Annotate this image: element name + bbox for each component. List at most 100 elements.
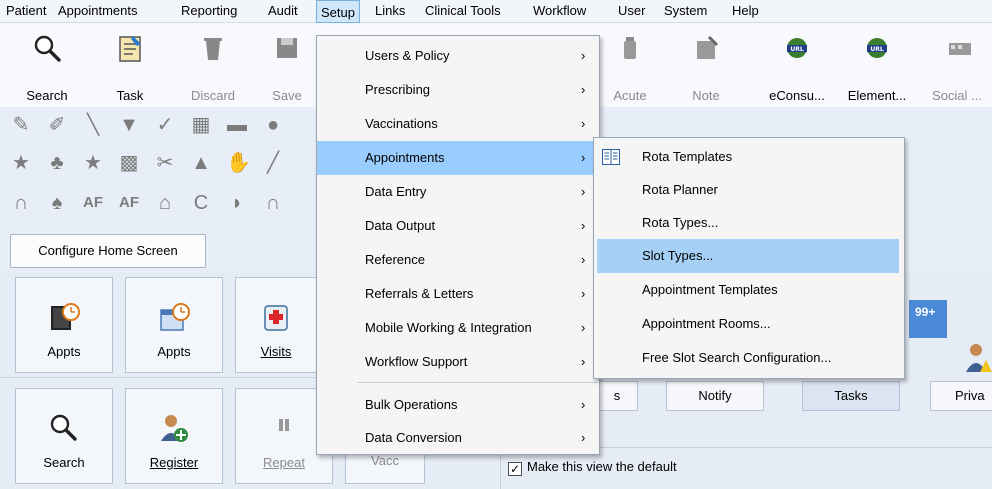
- submenu-arrow-icon: ›: [581, 218, 586, 233]
- clinical-tool-icon[interactable]: ✐: [46, 114, 68, 136]
- menu-audit[interactable]: Audit: [268, 3, 298, 18]
- menu-item-data-conversion[interactable]: Data Conversion ›: [317, 421, 599, 455]
- menu-item-label: Mobile Working & Integration: [365, 320, 532, 335]
- clinical-tool-icon[interactable]: ✎: [10, 114, 32, 136]
- menu-item-label: Data Entry: [365, 184, 427, 199]
- menu-setup[interactable]: Setup: [316, 0, 360, 23]
- menu-item-data-output[interactable]: Data Output ›: [317, 209, 599, 243]
- tab-tasks[interactable]: Tasks: [802, 381, 900, 411]
- toolbar-econsult-button[interactable]: URL eConsu...: [763, 27, 831, 107]
- default-view-label: Make this view the default: [527, 459, 677, 474]
- submenu-arrow-icon: ›: [581, 320, 586, 335]
- menu-item-bulk-operations[interactable]: Bulk Operations ›: [317, 388, 599, 422]
- clinical-tool-icon[interactable]: ▬: [226, 114, 248, 136]
- default-view-checkbox-row[interactable]: ✓ Make this view the default: [508, 456, 677, 478]
- appointments-submenu: Rota Templates Rota Planner Rota Types..…: [593, 137, 905, 379]
- clinical-tool-icon[interactable]: AF: [78, 192, 108, 214]
- clinical-tool-icon[interactable]: C: [190, 192, 212, 214]
- submenu-item-appointment-rooms[interactable]: Appointment Rooms...: [594, 307, 904, 341]
- menu-item-data-entry[interactable]: Data Entry ›: [317, 175, 599, 209]
- submenu-item-rota-types[interactable]: Rota Types...: [594, 206, 904, 240]
- toolbar-note-button[interactable]: Note: [676, 27, 736, 107]
- search-icon: [50, 414, 77, 441]
- clinical-tool-icon[interactable]: ✂: [154, 152, 176, 174]
- clinical-tool-icon[interactable]: ◗: [226, 192, 248, 214]
- submenu-item-slot-types[interactable]: Slot Types...: [597, 239, 899, 273]
- submenu-item-label: Slot Types...: [642, 248, 714, 263]
- toolbar-social-button[interactable]: Social ...: [928, 27, 992, 107]
- menu-item-users-policy[interactable]: Users & Policy ›: [317, 39, 599, 73]
- clinical-tool-icon[interactable]: ★: [10, 152, 32, 174]
- clinical-tool-icon[interactable]: ∩: [10, 192, 32, 214]
- discard-icon: [204, 38, 222, 60]
- clinical-tool-icon[interactable]: ✓: [154, 114, 176, 136]
- menu-links[interactable]: Links: [375, 3, 405, 18]
- social-icon: [949, 43, 971, 55]
- tile-search[interactable]: Search: [15, 388, 113, 484]
- menu-workflow[interactable]: Workflow: [533, 3, 586, 18]
- save-icon: [277, 38, 297, 58]
- search-icon: [34, 35, 61, 62]
- menu-patient[interactable]: Patient: [6, 3, 46, 18]
- submenu-item-rota-planner[interactable]: Rota Planner: [594, 173, 904, 207]
- clinical-tool-icon[interactable]: ✋: [226, 152, 251, 174]
- tile-register-label: Register: [149, 455, 199, 470]
- toolbar-search-label: Search: [26, 88, 68, 103]
- menu-item-label: Data Output: [365, 218, 436, 233]
- clinical-tool-icon[interactable]: ♣: [46, 152, 68, 174]
- submenu-item-label: Appointment Templates: [642, 282, 778, 297]
- tile-appts-book[interactable]: Appts: [15, 277, 113, 373]
- clinical-tool-icon[interactable]: AF: [114, 192, 144, 214]
- tile-register[interactable]: Register: [125, 388, 223, 484]
- tiles-divider: [0, 377, 330, 378]
- toolbar-task-button[interactable]: Task: [100, 27, 160, 107]
- menu-item-prescribing[interactable]: Prescribing ›: [317, 73, 599, 107]
- submenu-item-appointment-templates[interactable]: Appointment Templates: [594, 273, 904, 307]
- submenu-item-rota-templates[interactable]: Rota Templates: [594, 140, 904, 174]
- tab-private[interactable]: Priva: [930, 381, 992, 411]
- clinical-tool-icon[interactable]: ▩: [118, 152, 140, 174]
- configure-home-screen-button[interactable]: Configure Home Screen: [10, 234, 206, 268]
- menu-item-appointments[interactable]: Appointments ›: [317, 141, 599, 175]
- tile-appts-calendar[interactable]: Appts: [125, 277, 223, 373]
- clinical-tool-icon[interactable]: ●: [262, 114, 284, 136]
- menu-reporting[interactable]: Reporting: [181, 3, 237, 18]
- default-view-checkbox[interactable]: ✓: [508, 462, 522, 476]
- clinical-tool-icon[interactable]: ▲: [190, 152, 212, 174]
- submenu-item-label: Rota Planner: [642, 182, 718, 197]
- tab-partial[interactable]: s: [596, 381, 638, 411]
- submenu-item-label: Appointment Rooms...: [642, 316, 771, 331]
- toolbar-discard-label: Discard: [190, 88, 236, 103]
- toolbar-acute-button[interactable]: Acute: [600, 27, 660, 107]
- clinical-tool-icon[interactable]: ♠: [46, 192, 68, 214]
- toolbar-element-label: Element...: [847, 88, 907, 103]
- clinical-tool-icon[interactable]: ╲: [82, 114, 104, 136]
- menu-help[interactable]: Help: [732, 3, 759, 18]
- menu-item-mobile-working[interactable]: Mobile Working & Integration ›: [317, 311, 599, 345]
- svg-text:URL: URL: [790, 46, 803, 53]
- toolbar-discard-button[interactable]: Discard: [183, 27, 243, 107]
- menu-bar: Patient Appointments Reporting Audit Set…: [0, 0, 992, 23]
- menu-item-reference[interactable]: Reference ›: [317, 243, 599, 277]
- toolbar-element-button[interactable]: URL Element...: [843, 27, 911, 107]
- tab-notify[interactable]: Notify: [666, 381, 764, 411]
- menu-appointments[interactable]: Appointments: [58, 3, 138, 18]
- toolbar-save-button[interactable]: Save: [258, 27, 316, 107]
- clinical-tool-icon[interactable]: ★: [82, 152, 104, 174]
- menu-item-workflow-support[interactable]: Workflow Support ›: [317, 345, 599, 379]
- menu-clinical-tools[interactable]: Clinical Tools: [425, 3, 501, 18]
- tile-visits[interactable]: Visits: [235, 277, 317, 373]
- clinical-tool-icon[interactable]: ▦: [190, 114, 212, 136]
- note-icon: [697, 35, 719, 59]
- clinical-tool-icon[interactable]: ▼: [118, 114, 140, 136]
- menu-item-referrals-letters[interactable]: Referrals & Letters ›: [317, 277, 599, 311]
- clinical-tool-icon[interactable]: ╱: [262, 152, 284, 174]
- menu-system[interactable]: System: [664, 3, 707, 18]
- clinical-tool-icon[interactable]: ∩: [262, 192, 284, 214]
- submenu-item-free-slot-search[interactable]: Free Slot Search Configuration...: [594, 341, 904, 375]
- private-user-warning-icon: [966, 344, 992, 372]
- menu-user[interactable]: User: [618, 3, 645, 18]
- toolbar-search-button[interactable]: Search: [17, 27, 77, 107]
- clinical-tool-icon[interactable]: ⌂: [154, 192, 176, 214]
- menu-item-vaccinations[interactable]: Vaccinations ›: [317, 107, 599, 141]
